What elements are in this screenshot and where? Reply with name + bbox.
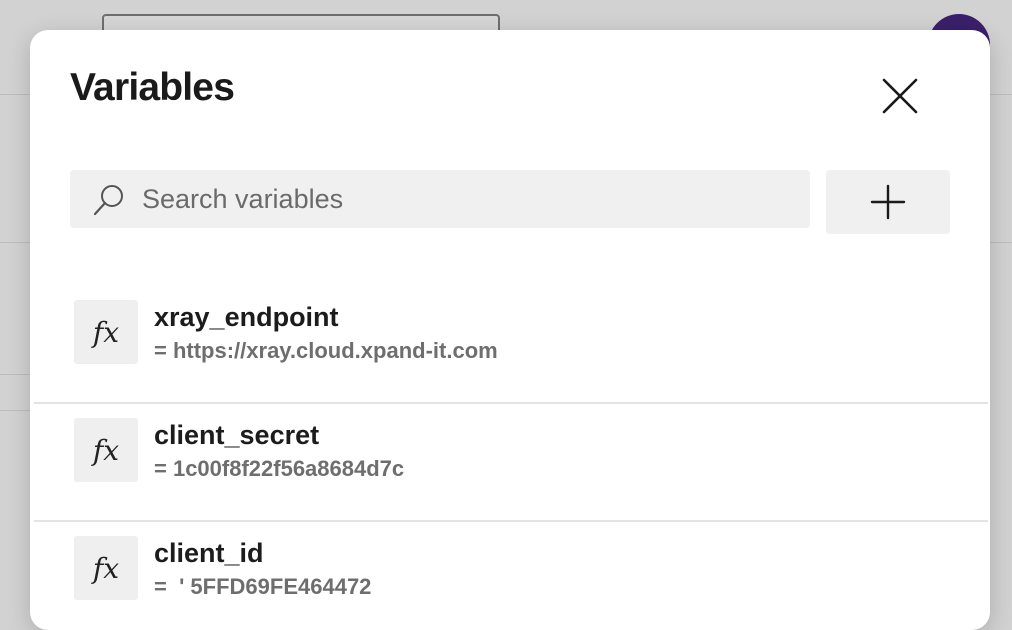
variable-value: = 1c00f8f22f56a8684d7c xyxy=(154,456,405,481)
search-field[interactable] xyxy=(70,170,810,228)
search-input[interactable] xyxy=(142,170,792,228)
variable-name: client_secret xyxy=(154,420,320,450)
background-divider xyxy=(0,374,30,375)
variable-list: fx xray_endpoint = https://xray.cloud.xp… xyxy=(34,286,988,630)
close-icon xyxy=(882,78,918,114)
background-divider xyxy=(0,410,30,411)
variable-value: = ' 5FFD69FE464472 xyxy=(154,574,372,599)
variable-item-client-id[interactable]: fx client_id = ' 5FFD69FE464472 xyxy=(34,520,988,630)
variable-item-xray-endpoint[interactable]: fx xray_endpoint = https://xray.cloud.xp… xyxy=(34,286,988,402)
variables-dialog: Variables fx xray_endpoint = https://xra… xyxy=(30,30,990,630)
fx-icon: fx xyxy=(74,418,138,482)
add-variable-button[interactable] xyxy=(826,170,950,234)
search-icon xyxy=(93,185,123,216)
variable-item-client-secret[interactable]: fx client_secret = 1c00f8f22f56a8684d7c xyxy=(34,402,988,520)
fx-icon: fx xyxy=(74,536,138,600)
variable-name: client_id xyxy=(154,538,264,568)
close-button[interactable] xyxy=(880,76,920,116)
fx-icon: fx xyxy=(74,300,138,364)
variable-value: = https://xray.cloud.xpand-it.com xyxy=(154,338,498,363)
plus-icon xyxy=(870,184,906,220)
dialog-title: Variables xyxy=(70,66,235,109)
variable-name: xray_endpoint xyxy=(154,302,339,332)
